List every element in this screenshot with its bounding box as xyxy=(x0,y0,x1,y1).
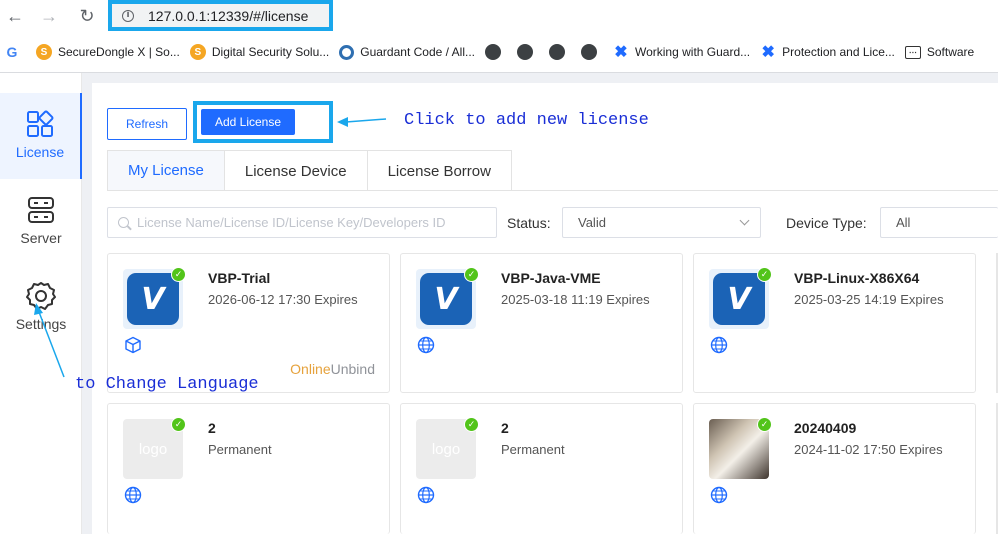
annotation-arrows xyxy=(34,117,387,378)
annotation-settings: to Change Language xyxy=(75,375,259,394)
annotation-add-license: Click to add new license xyxy=(404,111,649,130)
